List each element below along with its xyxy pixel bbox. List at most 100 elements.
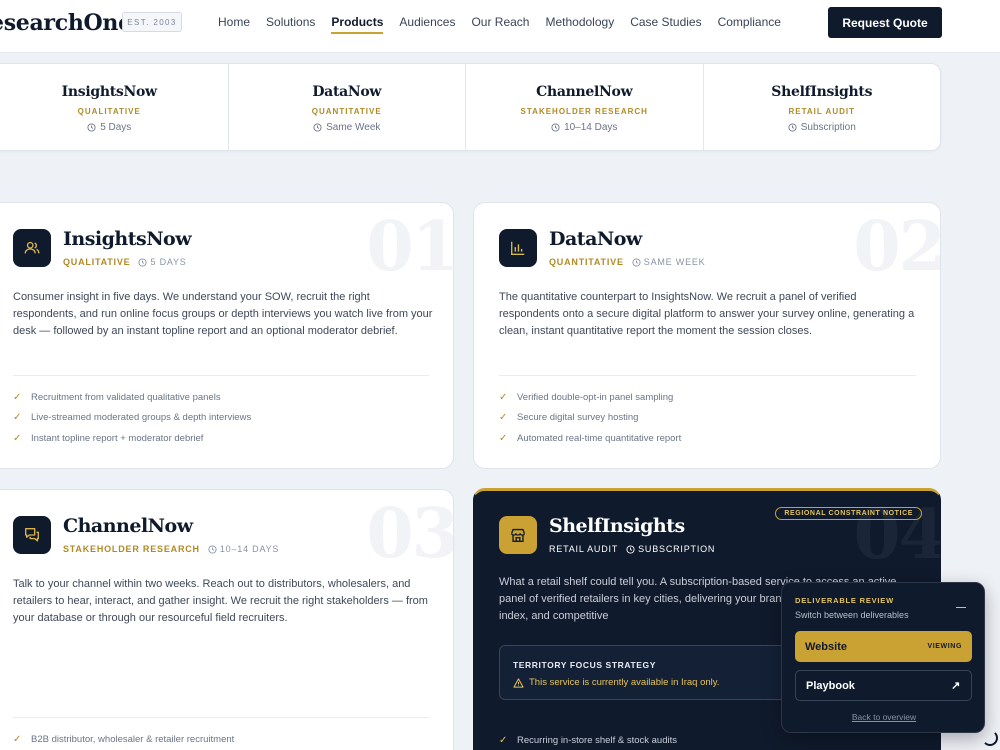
brand-logo[interactable]: esearchOne xyxy=(0,10,132,36)
clock-icon xyxy=(788,123,797,132)
panel-subheading: Switch between deliverables xyxy=(795,610,909,620)
card-type: STAKEHOLDER RESEARCH xyxy=(63,544,200,554)
check-icon: ✓ xyxy=(13,392,22,403)
deliverable-review-panel: DELIVERABLE REVIEW Switch between delive… xyxy=(781,582,985,733)
card-title: DataNow xyxy=(549,228,642,250)
back-to-overview-link[interactable]: Back to overview xyxy=(782,712,986,722)
card-meta: RETAIL AUDIT SUBSCRIPTION xyxy=(549,544,715,554)
check-icon: ✓ xyxy=(499,735,508,746)
option-label: Website xyxy=(805,640,847,653)
strip-duration: Same Week xyxy=(313,122,380,133)
card-duration-text: 5 DAYS xyxy=(150,257,187,267)
clock-icon xyxy=(87,123,96,132)
territory-text-value: This service is currently available in I… xyxy=(529,677,720,688)
nav-case-studies[interactable]: Case Studies xyxy=(622,0,709,44)
strip-name: DataNow xyxy=(312,84,382,100)
card-type: QUANTITATIVE xyxy=(549,257,624,267)
feature-text: Live-streamed moderated groups & depth i… xyxy=(31,412,252,423)
strip-duration-text: Subscription xyxy=(800,122,856,133)
external-link-icon: ↗ xyxy=(951,680,961,692)
top-navigation: esearchOne EST. 2003 Home Solutions Prod… xyxy=(0,0,1000,53)
feature-item: ✓ Verified double-opt-in panel sampling xyxy=(499,392,673,403)
card-duration-text: SAME WEEK xyxy=(643,257,706,267)
card-description: Consumer insight in five days. We unders… xyxy=(13,291,433,337)
deliverable-option-playbook[interactable]: Playbook ↗ xyxy=(795,670,972,701)
check-icon: ✓ xyxy=(13,412,22,423)
panel-heading: DELIVERABLE REVIEW xyxy=(795,596,894,605)
clock-icon xyxy=(208,544,217,554)
feature-item: ✓ Live-streamed moderated groups & depth … xyxy=(13,412,251,423)
nav-compliance[interactable]: Compliance xyxy=(710,0,789,44)
nav-methodology[interactable]: Methodology xyxy=(537,0,622,44)
card-duration: SUBSCRIPTION xyxy=(626,544,715,554)
established-badge: EST. 2003 xyxy=(122,12,182,32)
feature-text: Verified double-opt-in panel sampling xyxy=(517,392,674,403)
product-summary-strip: InsightsNow QUALITATIVE 5 Days DataNow Q… xyxy=(0,63,941,151)
feature-text: Instant topline report + moderator debri… xyxy=(31,433,204,444)
users-icon xyxy=(13,229,51,267)
card-duration-text: SUBSCRIPTION xyxy=(638,544,716,554)
clock-icon xyxy=(551,123,560,132)
card-description: The quantitative counterpart to Insights… xyxy=(499,291,915,337)
check-icon: ✓ xyxy=(13,433,22,444)
bar-chart-icon xyxy=(499,229,537,267)
feature-item: ✓ Secure digital survey hosting xyxy=(499,412,638,423)
card-title: ChannelNow xyxy=(63,515,193,537)
card-duration: 10–14 DAYS xyxy=(208,544,279,554)
strip-name: ChannelNow xyxy=(536,84,633,100)
strip-type: RETAIL AUDIT xyxy=(788,107,855,116)
feature-item: ✓ B2B distributor, wholesaler & retailer … xyxy=(13,734,234,745)
card-number: 02 xyxy=(853,207,941,287)
check-icon: ✓ xyxy=(13,734,22,745)
strip-item-shelfinsights[interactable]: ShelfInsights RETAIL AUDIT Subscription xyxy=(704,64,941,150)
deliverable-option-website[interactable]: Website VIEWING xyxy=(795,631,972,662)
strip-name: ShelfInsights xyxy=(771,84,873,100)
strip-duration: 5 Days xyxy=(87,122,131,133)
card-divider xyxy=(499,375,916,376)
card-duration: 5 DAYS xyxy=(138,257,186,267)
loading-spinner-icon xyxy=(982,730,998,746)
strip-type: QUALITATIVE xyxy=(77,107,141,116)
product-card-insightsnow: 01 InsightsNow QUALITATIVE 5 DAYS Consum… xyxy=(0,202,454,469)
strip-type: STAKEHOLDER RESEARCH xyxy=(520,107,648,116)
nav-audiences[interactable]: Audiences xyxy=(391,0,463,44)
chat-icon xyxy=(13,516,51,554)
strip-duration-text: 10–14 Days xyxy=(564,122,618,133)
store-icon xyxy=(499,516,537,554)
card-duration-text: 10–14 DAYS xyxy=(219,544,280,554)
check-icon: ✓ xyxy=(499,433,508,444)
card-type: RETAIL AUDIT xyxy=(549,544,619,554)
card-meta: QUALITATIVE 5 DAYS xyxy=(63,257,187,267)
card-title: ShelfInsights xyxy=(549,515,685,537)
request-quote-button[interactable]: Request Quote xyxy=(828,7,942,38)
check-icon: ✓ xyxy=(499,412,508,423)
main-menu: Home Solutions Products Audiences Our Re… xyxy=(210,0,789,44)
card-divider xyxy=(13,717,429,718)
feature-text: Recruitment from validated qualitative p… xyxy=(31,392,221,403)
feature-text: Recurring in-store shelf & stock audits xyxy=(517,735,677,746)
card-number: 01 xyxy=(366,207,454,287)
card-duration: SAME WEEK xyxy=(632,257,706,267)
card-meta: STAKEHOLDER RESEARCH 10–14 DAYS xyxy=(63,544,279,554)
product-card-channelnow: 03 ChannelNow STAKEHOLDER RESEARCH 10–14… xyxy=(0,489,454,750)
feature-item: ✓ Recurring in-store shelf & stock audits xyxy=(499,735,677,746)
strip-item-datanow[interactable]: DataNow QUANTITATIVE Same Week xyxy=(229,64,466,150)
product-card-datanow: 02 DataNow QUANTITATIVE SAME WEEK The qu… xyxy=(473,202,941,469)
nav-home[interactable]: Home xyxy=(210,0,258,44)
nav-products[interactable]: Products xyxy=(323,0,391,44)
clock-icon xyxy=(313,123,322,132)
option-label: Playbook xyxy=(806,679,855,692)
warning-icon xyxy=(513,677,524,688)
feature-item: ✓ Recruitment from validated qualitative … xyxy=(13,392,221,403)
viewing-badge: VIEWING xyxy=(927,643,962,650)
strip-item-channelnow[interactable]: ChannelNow STAKEHOLDER RESEARCH 10–14 Da… xyxy=(466,64,704,150)
nav-solutions[interactable]: Solutions xyxy=(258,0,323,44)
minimize-icon[interactable] xyxy=(956,607,966,608)
strip-duration: Subscription xyxy=(788,122,856,133)
strip-item-insightsnow[interactable]: InsightsNow QUALITATIVE 5 Days xyxy=(0,64,229,150)
card-type: QUALITATIVE xyxy=(63,257,131,267)
nav-our-reach[interactable]: Our Reach xyxy=(463,0,537,44)
card-divider xyxy=(13,375,429,376)
territory-text: This service is currently available in I… xyxy=(513,677,719,688)
clock-icon xyxy=(632,257,641,267)
